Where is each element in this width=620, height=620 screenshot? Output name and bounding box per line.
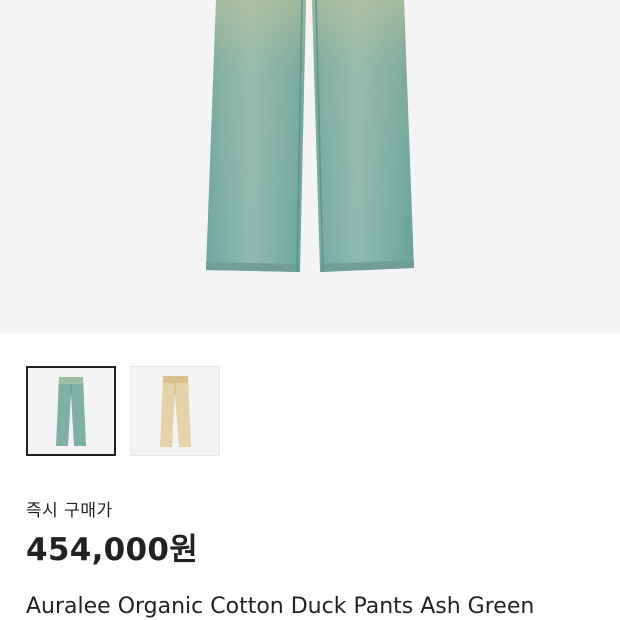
thumbnail-beige[interactable] bbox=[130, 366, 220, 456]
product-main-image bbox=[0, 0, 620, 333]
instant-buy-price-label: 즉시 구매가 bbox=[26, 501, 113, 521]
pants-ash-green-image bbox=[206, 0, 414, 273]
pants-beige-thumb-icon bbox=[160, 376, 191, 447]
product-title: Auralee Organic Cotton Duck Pants Ash Gr… bbox=[26, 594, 535, 619]
pants-ash-green-thumb-icon bbox=[56, 377, 86, 446]
thumbnail-ash-green[interactable] bbox=[26, 366, 116, 456]
product-price: 454,000원 bbox=[26, 532, 199, 568]
